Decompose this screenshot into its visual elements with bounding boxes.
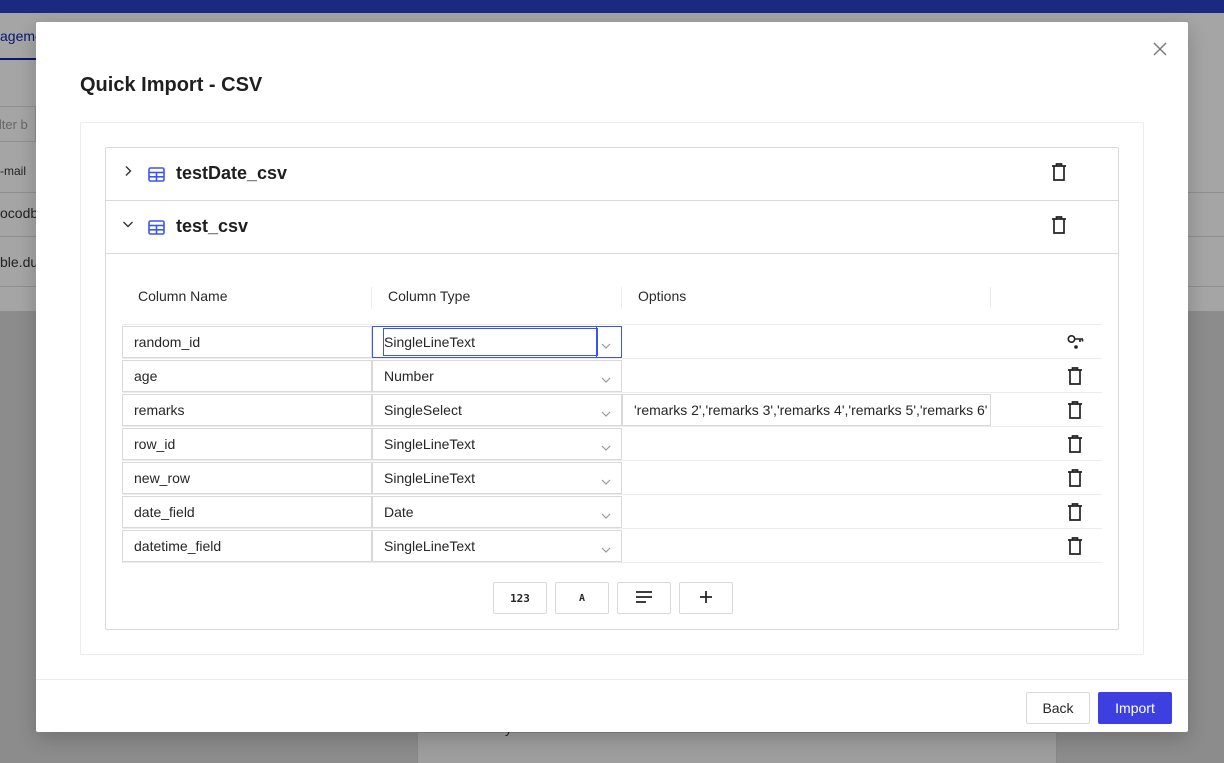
- table-panel-header[interactable]: testDate_csv: [106, 148, 1118, 201]
- tables-collapse: testDate_csv test_csv Column Name Column…: [105, 147, 1119, 630]
- column-type-select[interactable]: SingleLineText: [372, 428, 622, 460]
- column-name-input[interactable]: random_id: [122, 326, 372, 358]
- column-type-value: SingleLineText: [384, 470, 476, 486]
- options-header: Options: [638, 288, 687, 304]
- table-row: age Number: [122, 359, 1102, 393]
- table-row: row_id SingleLineText: [122, 427, 1102, 461]
- background-row-divider: [1188, 192, 1224, 193]
- delete-icon[interactable]: [1066, 434, 1084, 454]
- column-name-input[interactable]: row_id: [122, 428, 372, 460]
- column-type-header: Column Type: [388, 288, 471, 304]
- column-type-select[interactable]: SingleLineText: [372, 326, 622, 358]
- add-text-column-button[interactable]: A: [555, 582, 609, 614]
- table-row: remarks SingleSelect 'remarks 2','remark…: [122, 393, 1102, 427]
- modal-footer: Back Import: [36, 679, 1188, 732]
- table-icon: [148, 166, 165, 183]
- chevron-down-icon: [601, 440, 611, 451]
- table-row: random_id SingleLineText: [122, 325, 1102, 359]
- column-type-value: SingleLineText: [384, 538, 476, 554]
- delete-icon[interactable]: [1066, 536, 1084, 556]
- column-name-input[interactable]: date_field: [122, 496, 372, 528]
- column-name-input[interactable]: datetime_field: [122, 530, 372, 562]
- chevron-down-icon: [601, 406, 611, 417]
- chevron-down-icon: [601, 372, 611, 383]
- background-tab-underline: [0, 58, 36, 60]
- modal-title: Quick Import - CSV: [80, 74, 263, 96]
- add-column-button[interactable]: [679, 582, 733, 614]
- import-button[interactable]: Import: [1098, 692, 1172, 724]
- focus-ring: [383, 328, 598, 356]
- background-row-text: ocodb: [0, 205, 39, 221]
- background-row-divider: [1188, 236, 1224, 237]
- chevron-down-icon: [601, 542, 611, 553]
- column-type-value: Date: [384, 504, 414, 520]
- column-type-select[interactable]: Date: [372, 496, 622, 528]
- key-icon: [1066, 332, 1084, 352]
- background-row-divider: [0, 286, 36, 287]
- delete-icon[interactable]: [1066, 400, 1084, 420]
- focus-divider: [596, 327, 597, 357]
- table-name: testDate_csv: [176, 163, 288, 183]
- long-text-icon: [635, 590, 653, 607]
- delete-icon[interactable]: [1066, 366, 1084, 386]
- row-divider: [122, 562, 1102, 563]
- column-type-value: Number: [384, 368, 434, 384]
- modal-body: testDate_csv test_csv Column Name Column…: [80, 122, 1144, 655]
- column-type-value: SingleSelect: [384, 402, 462, 418]
- add-column-toolbar: 123 A: [493, 582, 733, 614]
- column-name-input[interactable]: new_row: [122, 462, 372, 494]
- background-row-divider: [0, 236, 36, 237]
- column-name-input[interactable]: remarks: [122, 394, 372, 426]
- background-column-label: -mail: [0, 164, 26, 178]
- table-panel-header[interactable]: test_csv: [106, 201, 1118, 254]
- number-icon: 123: [510, 591, 530, 605]
- delete-icon[interactable]: [1050, 215, 1068, 235]
- table-row: new_row SingleLineText: [122, 461, 1102, 495]
- back-button[interactable]: Back: [1026, 692, 1090, 724]
- columns-table-header: Column Name Column Type Options: [122, 255, 1102, 325]
- add-long-text-column-button[interactable]: [617, 582, 671, 614]
- column-name-header: Column Name: [138, 288, 228, 304]
- background-row-divider: [1188, 286, 1224, 287]
- column-name-input[interactable]: age: [122, 360, 372, 392]
- background-filter-input: ilter b: [0, 106, 36, 142]
- table-name: test_csv: [176, 216, 249, 236]
- background-card: [417, 732, 1057, 763]
- table-row: datetime_field SingleLineText: [122, 529, 1102, 563]
- chevron-down-icon[interactable]: [122, 217, 134, 229]
- column-type-select[interactable]: SingleLineText: [372, 462, 622, 494]
- options-input[interactable]: 'remarks 2','remarks 3','remarks 4','rem…: [622, 394, 991, 426]
- header-separator: [621, 287, 622, 309]
- quick-import-modal: Quick Import - CSV testDate_csv test_csv…: [36, 22, 1188, 732]
- text-icon: A: [578, 592, 586, 604]
- close-icon[interactable]: [1151, 40, 1169, 58]
- header-separator: [371, 287, 372, 309]
- table-row: date_field Date: [122, 495, 1102, 529]
- background-top-bar: [0, 0, 1224, 13]
- chevron-down-icon: [601, 338, 611, 349]
- background-row-text: ble.du: [0, 254, 39, 270]
- column-type-value: SingleLineText: [384, 436, 476, 452]
- plus-icon: [698, 589, 714, 608]
- column-type-select[interactable]: SingleSelect: [372, 394, 622, 426]
- delete-icon[interactable]: [1066, 502, 1084, 522]
- chevron-down-icon: [601, 474, 611, 485]
- delete-icon[interactable]: [1050, 162, 1068, 182]
- chevron-right-icon[interactable]: [122, 164, 134, 176]
- background-row-divider: [0, 192, 36, 193]
- column-type-select[interactable]: SingleLineText: [372, 530, 622, 562]
- column-type-select[interactable]: Number: [372, 360, 622, 392]
- header-separator: [990, 287, 991, 309]
- delete-icon[interactable]: [1066, 468, 1084, 488]
- add-number-column-button[interactable]: 123: [493, 582, 547, 614]
- chevron-down-icon: [601, 508, 611, 519]
- table-icon: [148, 219, 165, 236]
